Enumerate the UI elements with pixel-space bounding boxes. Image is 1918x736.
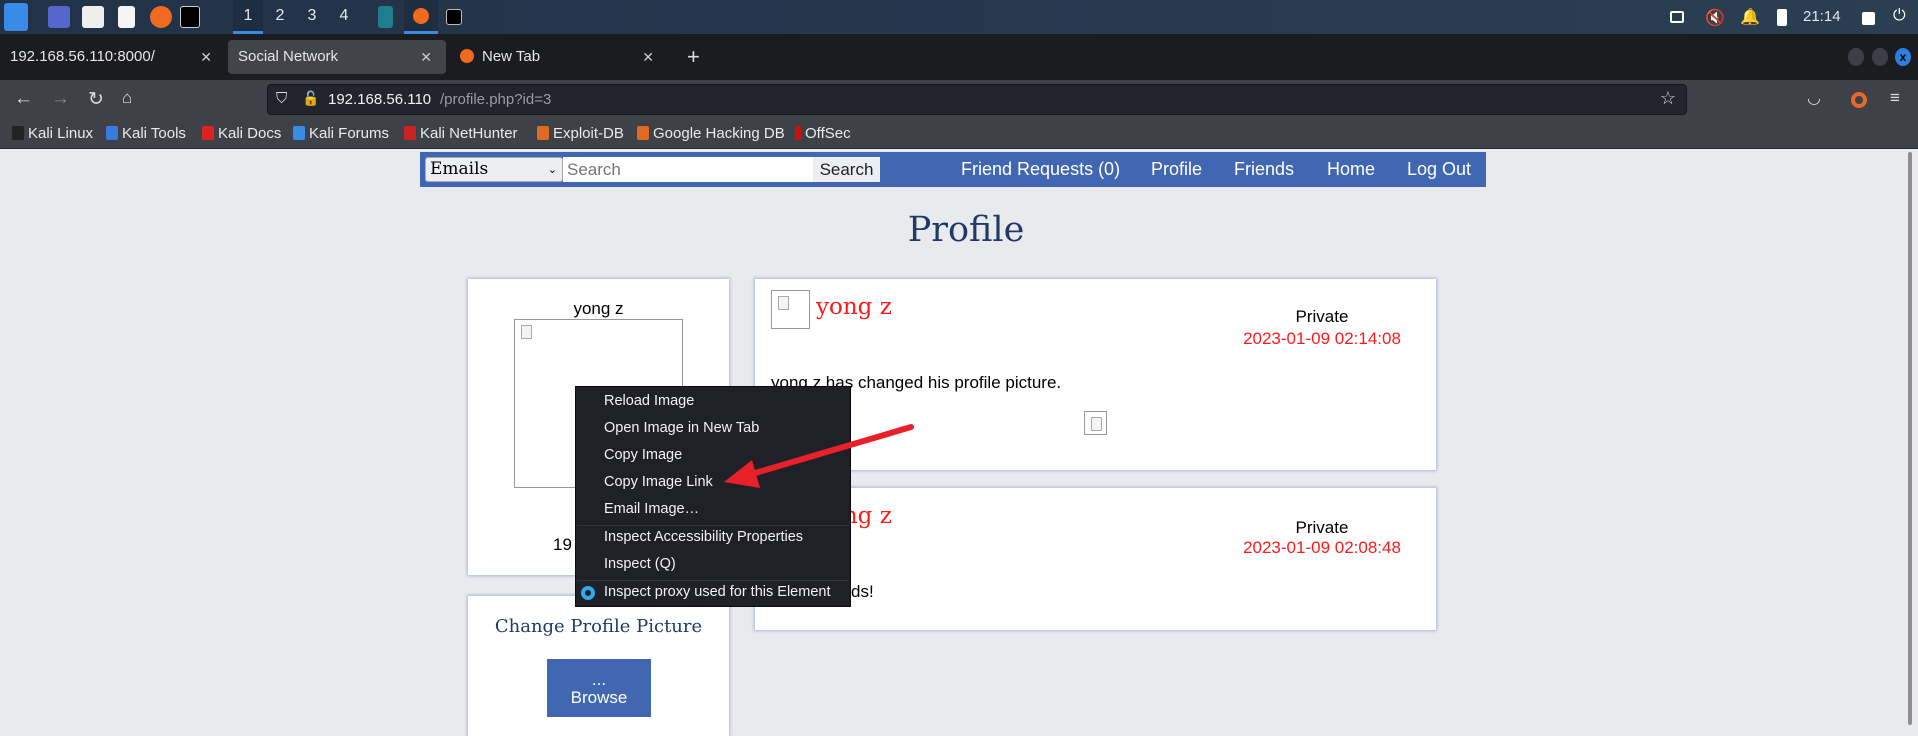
annotation-arrow xyxy=(724,424,914,488)
arrow-shaft xyxy=(742,424,914,479)
arrow-head xyxy=(724,460,760,488)
